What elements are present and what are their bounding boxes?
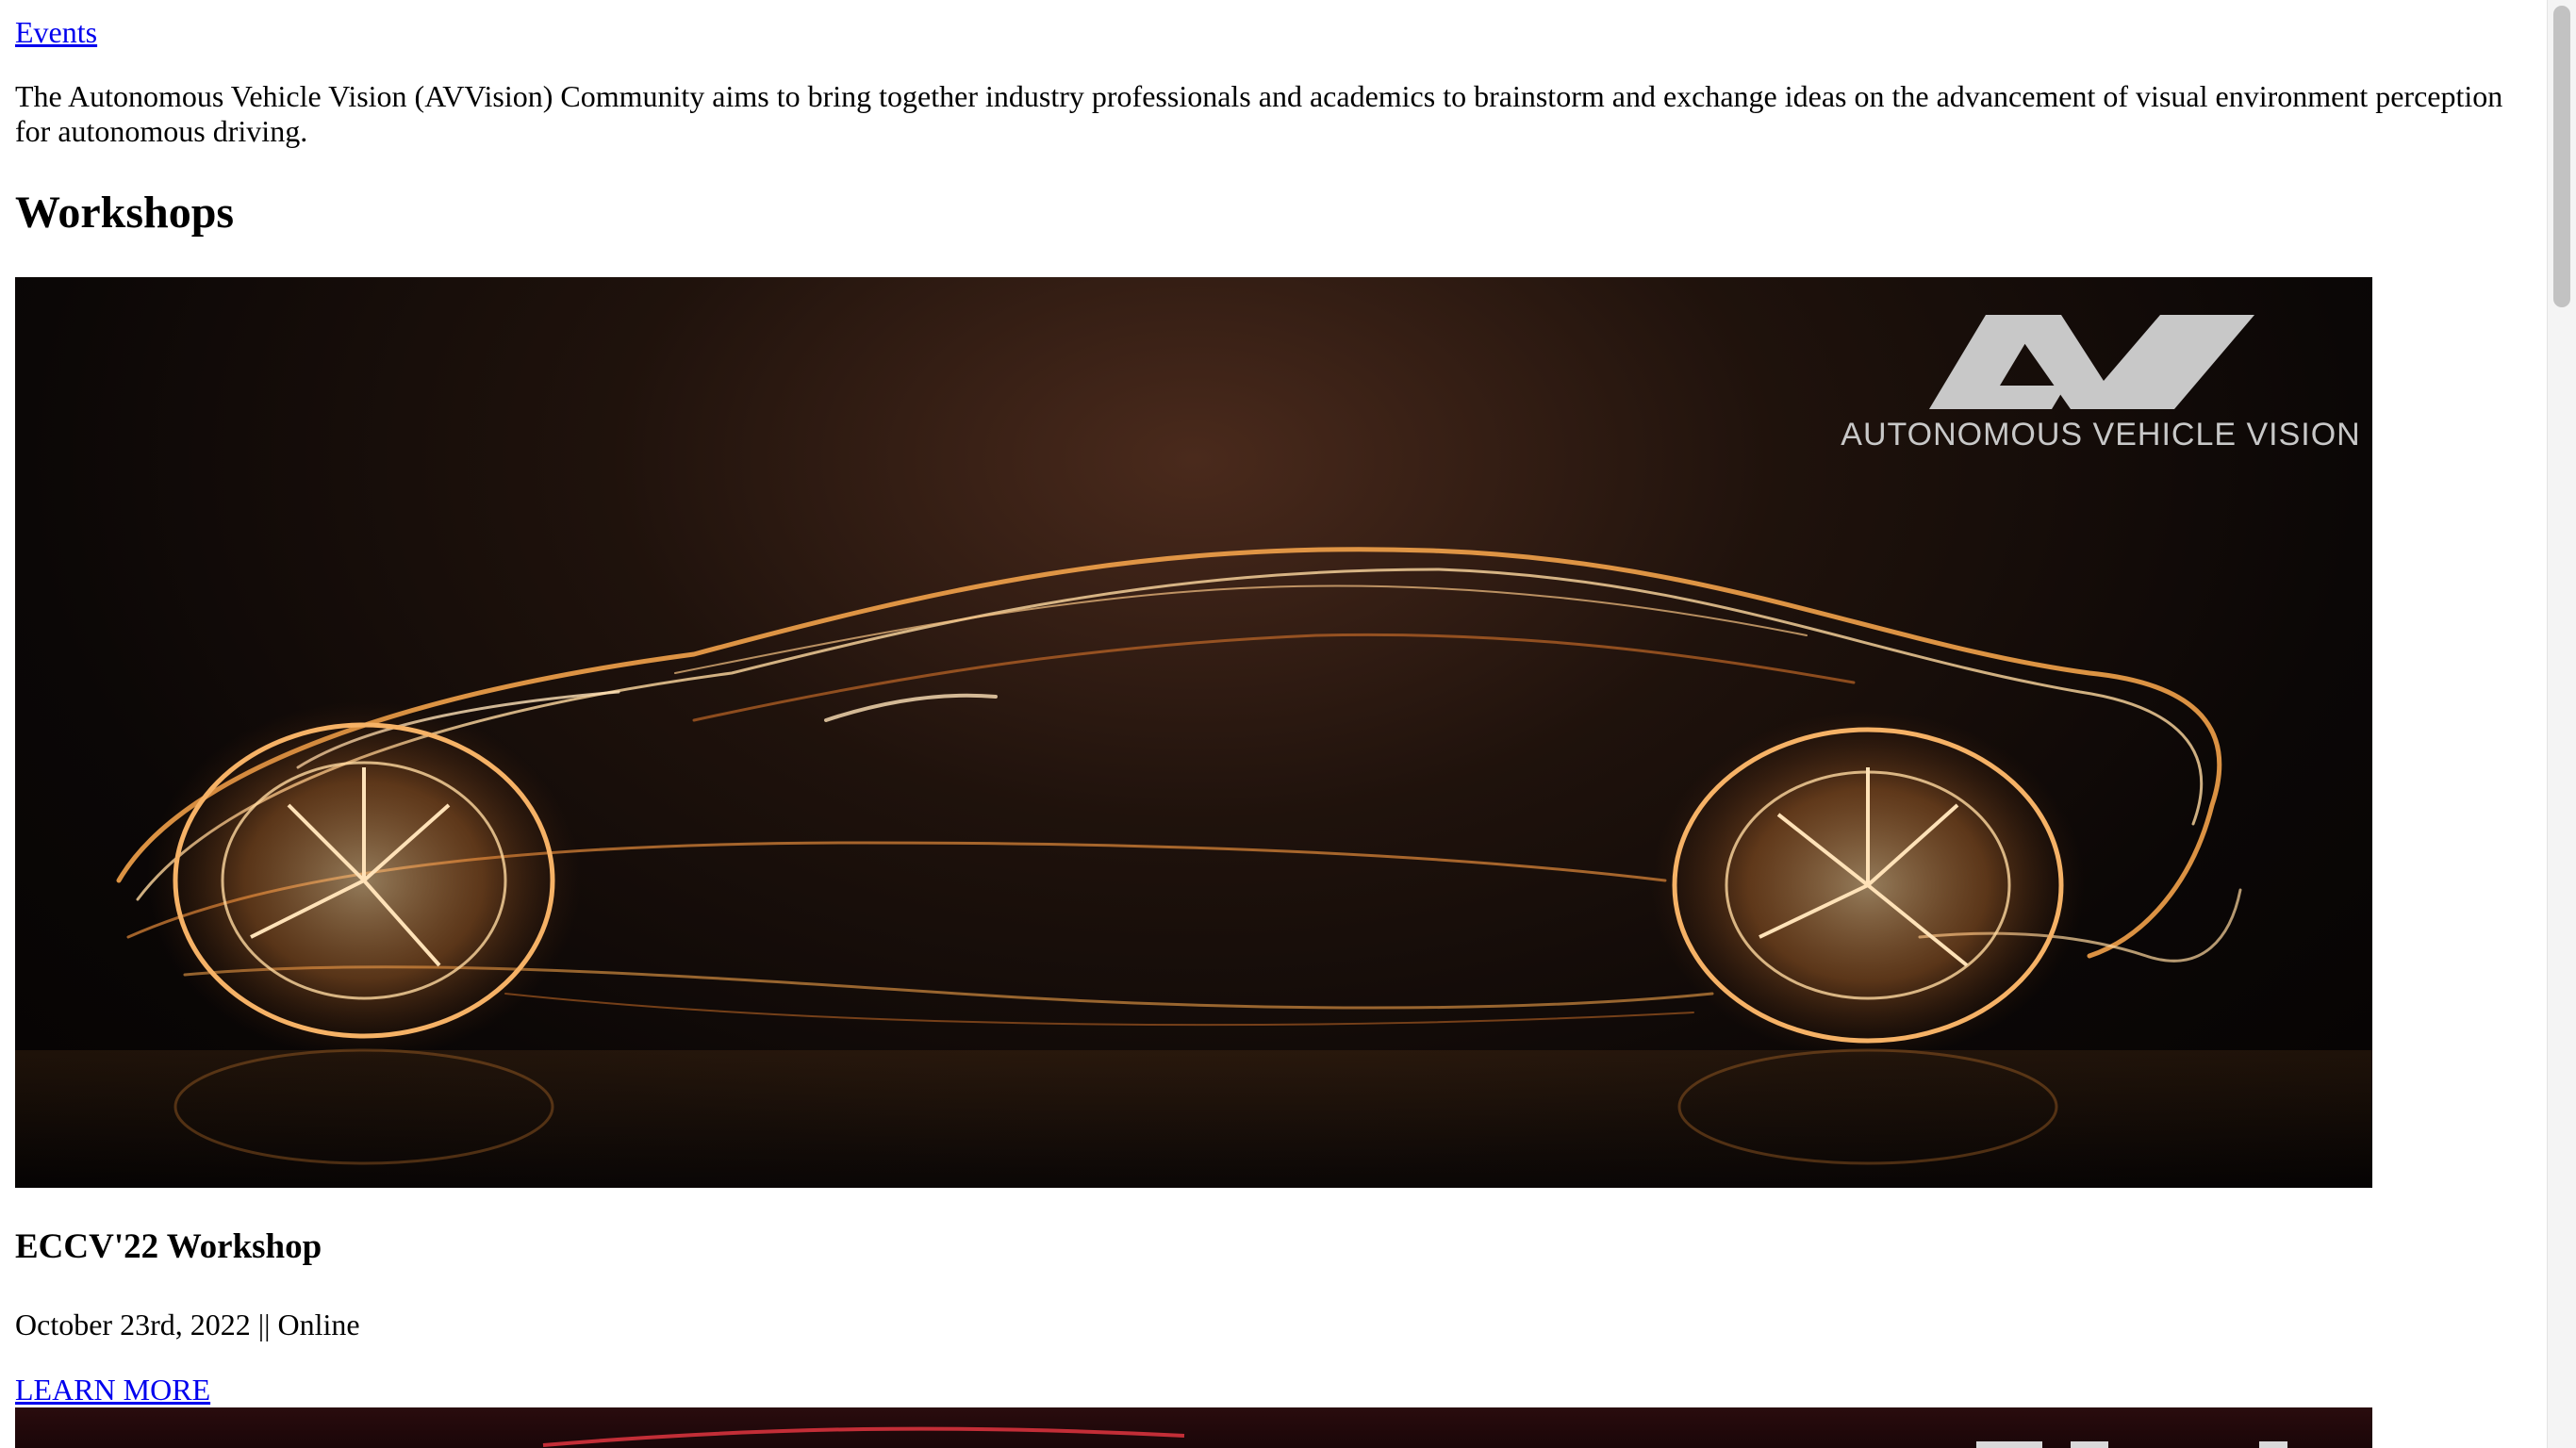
logo-text: AUTONOMOUS VEHICLE VISION xyxy=(1841,417,2360,452)
workshop-banner-image: AUTONOMOUS VEHICLE VISION xyxy=(15,277,2372,1188)
workshop-date-location: October 23rd, 2022 || Online xyxy=(15,1308,360,1341)
learn-more-link[interactable]: LEARN MORE xyxy=(15,1371,210,1408)
vertical-scrollbar[interactable] xyxy=(2547,0,2576,1448)
next-workshop-banner-image xyxy=(15,1407,2372,1448)
rear-wheel xyxy=(147,701,581,1060)
workshop-title: ECCV'22 Workshop xyxy=(15,1227,322,1266)
events-link[interactable]: Events xyxy=(15,13,97,51)
intro-paragraph: The Autonomous Vehicle Vision (AVVision)… xyxy=(15,79,2503,148)
scrollbar-thumb[interactable] xyxy=(2553,6,2570,307)
next-banner-illustration xyxy=(542,1426,2287,1448)
avv-logo: AUTONOMOUS VEHICLE VISION xyxy=(1841,315,2360,452)
front-wheel xyxy=(1651,711,2085,1060)
workshops-heading: Workshops xyxy=(15,188,235,238)
car-light-drawing-illustration: AUTONOMOUS VEHICLE VISION xyxy=(15,315,2372,1188)
